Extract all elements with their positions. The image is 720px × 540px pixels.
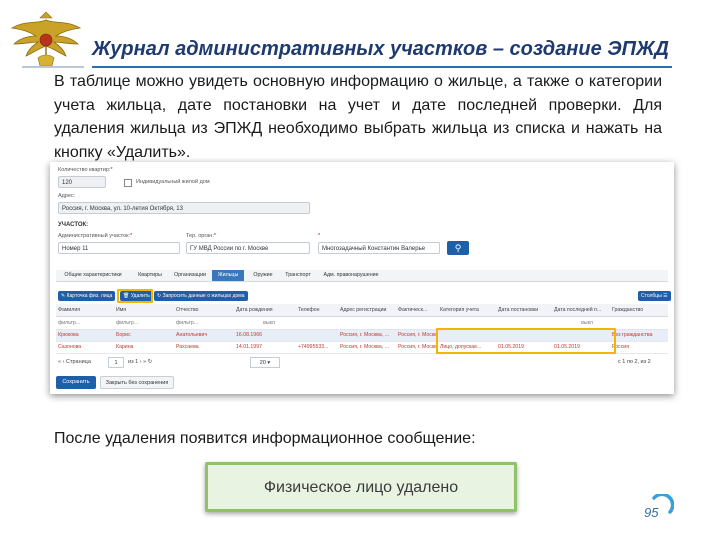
columns-button[interactable]: Столбцы ☰ (638, 291, 671, 301)
page-size-select[interactable]: 20 ▾ (250, 357, 280, 368)
delete-button-highlight (117, 289, 153, 303)
search-icon: ⚲ (454, 243, 462, 253)
refresh-icon[interactable]: ↻ (148, 359, 153, 365)
district-label: Административный участок:* (58, 233, 133, 239)
columns-highlight (436, 328, 616, 354)
column-header[interactable]: Адрес регистрации (338, 304, 396, 316)
cell-surname: Сазонова (58, 344, 82, 350)
column-header[interactable]: Дата последней п... (552, 304, 610, 316)
first-page-icon[interactable]: « (58, 359, 61, 365)
page-number-input[interactable]: 1 (108, 357, 124, 368)
pager-summary: с 1 по 2, из 2 (618, 359, 651, 365)
cell-reg-address: Россия, г. Москва, ... (340, 344, 389, 350)
resident-card-button[interactable]: ✎ Карточка физ. лица (58, 291, 116, 301)
cell-patronymic: Анатольевич (176, 332, 208, 338)
tab-admin-offense[interactable]: Адм. правонарушение (318, 270, 384, 281)
cell-citizenship: Без гражданства (612, 332, 653, 338)
slide-title: Журнал административных участков – созда… (92, 38, 670, 60)
individual-house-checkbox[interactable] (124, 179, 132, 187)
patronymic-filter-input[interactable]: фильтр... (174, 317, 234, 329)
ter-organ-label: Тер. орган:* (186, 233, 216, 239)
cell-birth-date: 14.01.1997 (236, 344, 262, 350)
search-button[interactable]: ⚲ (447, 241, 469, 255)
surname-filter-input[interactable]: фильтр... (56, 317, 114, 329)
address-input[interactable]: Россия, г. Москва, ул. 10-летия Октября,… (58, 202, 310, 214)
tab-general[interactable]: Общие характеристики (56, 270, 130, 281)
column-header[interactable]: Категория учета (438, 304, 496, 316)
tab-apartments[interactable]: Квартиры (132, 270, 168, 281)
pager: « ‹ Страница (58, 359, 91, 365)
grid-header: Фамилия Имя Отчество Дата рождения Телеф… (56, 304, 668, 317)
pager-total: из 1 › » ↻ (128, 359, 152, 365)
inspector-input[interactable]: Многозадачный Константин Валерье (318, 242, 440, 254)
cell-actual-address: Россия, г. Москва, ... (398, 344, 438, 350)
cell-birth-date: 16.08.1966 (236, 332, 262, 338)
inspector-label: * (318, 233, 321, 239)
page-total-label: из 1 (128, 359, 139, 365)
tab-transport[interactable]: Транспорт (280, 270, 316, 281)
cell-phone: +74995533... (298, 344, 329, 350)
column-header[interactable]: Дата рождения (234, 304, 296, 316)
cell-reg-address: Россия, г. Москва, ... (340, 332, 389, 338)
cell-citizenship: Россия (612, 344, 630, 350)
title-divider (92, 66, 672, 68)
cell-phone (296, 330, 338, 341)
column-header[interactable]: Фактическ... (396, 304, 438, 316)
page-number: 95 (644, 505, 659, 520)
after-delete-text: После удаления появится информационное с… (54, 430, 476, 447)
name-filter-input[interactable]: фильтр... (114, 317, 174, 329)
column-header[interactable]: Гражданство (610, 304, 668, 316)
last-page-icon[interactable]: » (143, 359, 146, 365)
close-without-saving-button[interactable]: Закрыть без сохранения (100, 376, 174, 389)
column-header[interactable]: Имя (114, 304, 174, 316)
column-header[interactable]: Дата постановки (496, 304, 552, 316)
save-button[interactable]: Сохранить (56, 376, 96, 389)
notification-toast: Физическое лицо удалено (205, 462, 517, 512)
toast-message: Физическое лицо удалено (263, 479, 459, 496)
cell-patronymic: Рахсаева (176, 344, 199, 350)
birth-date-filter[interactable]: выкл (256, 317, 280, 329)
cell-name: Борис (116, 332, 131, 338)
ter-organ-input[interactable]: ГУ МВД России по г. Москве (186, 242, 310, 254)
column-header[interactable]: Отчество (174, 304, 234, 316)
prev-page-icon[interactable]: ‹ (63, 359, 65, 365)
eagle-emblem-icon (10, 11, 82, 67)
cell-actual-address: Россия, г. Москва, ... (398, 332, 438, 338)
residents-form-screenshot: Количество квартир:* 120 Индивидуальный … (50, 162, 674, 394)
intro-paragraph: В таблице можно увидеть основную информа… (54, 73, 662, 161)
tab-residents[interactable]: Жильцы (212, 270, 244, 281)
district-input[interactable]: Номер 11 (58, 242, 180, 254)
next-page-icon[interactable]: › (140, 359, 142, 365)
address-label: Адрес: (58, 193, 76, 199)
column-header[interactable]: Телефон (296, 304, 338, 316)
tabs-bar: Общие характеристики Квартиры Организаци… (56, 270, 668, 282)
column-header[interactable]: Фамилия (56, 304, 114, 316)
tab-weapons[interactable]: Оружие (248, 270, 278, 281)
title-divider-left (22, 66, 84, 68)
section-label: УЧАСТОК: (58, 222, 89, 228)
request-residents-button[interactable]: ↻ Запросить данные о жильцах дома (154, 291, 248, 301)
individual-house-label: Индивидуальный жилой дом (136, 179, 210, 185)
apartments-label: Количество квартир:* (58, 167, 113, 173)
tab-organizations[interactable]: Организации (170, 270, 210, 281)
cell-surname: Крюкова (58, 332, 79, 338)
page-label: Страница (65, 359, 91, 365)
apartments-input[interactable]: 120 (58, 176, 106, 188)
cell-name: Карина (116, 344, 134, 350)
